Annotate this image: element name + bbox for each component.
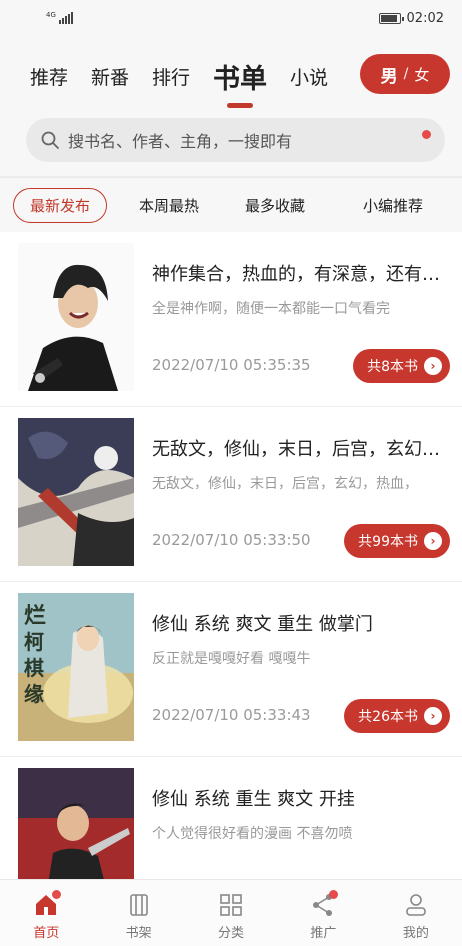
filter-editor-pick[interactable]: 小编推荐	[363, 195, 423, 216]
notification-dot	[422, 130, 431, 139]
list-desc: 个人觉得很好看的漫画 不喜勿喷	[152, 826, 353, 842]
list-desc: 无敌文，修仙，末日，后宫，玄幻，热血，	[152, 476, 418, 492]
list-time: 2022/07/10 05:33:43	[152, 706, 311, 724]
chevron-right-icon: ›	[424, 532, 442, 550]
cover-image	[18, 768, 134, 879]
list-time: 2022/07/10 05:35:35	[152, 356, 311, 374]
nav-profile[interactable]: 我的	[370, 880, 462, 946]
battery-icon	[378, 12, 404, 24]
gender-female[interactable]: 女	[414, 64, 429, 85]
list-title: 修仙 系统 重生 爽文 开挂	[152, 789, 355, 810]
list-item[interactable]: 烂 柯 棋 缘 修仙 系统 爽文 重生 做掌门 反正就是嘎嘎好看 嘎嘎牛 202…	[0, 582, 462, 757]
chevron-right-icon: ›	[424, 357, 442, 375]
svg-text:烂: 烂	[24, 603, 46, 629]
gender-toggle[interactable]: 男 / 女	[360, 54, 450, 94]
book-list: 神作集合，热血的，有深意，还有… 全是神作啊，随便一本都能一口气看完 2022/…	[0, 232, 462, 879]
search-icon	[41, 131, 59, 149]
filter-latest[interactable]: 最新发布	[13, 187, 108, 223]
bookshelf-icon	[129, 894, 148, 916]
book-count-button[interactable]: 共26本书 ›	[344, 699, 450, 733]
nav-promote[interactable]: 推广	[277, 880, 369, 946]
list-item[interactable]: 修仙 系统 重生 爽文 开挂 个人觉得很好看的漫画 不喜勿喷	[0, 757, 462, 879]
badge-dot	[51, 890, 61, 899]
list-title: 无敌文，修仙，末日，后宫，玄幻…	[152, 439, 440, 460]
tab-booklist[interactable]: 书单	[213, 57, 267, 96]
cover-image	[18, 418, 134, 566]
bottom-nav: 首页 书架 分类 推广 我的	[0, 879, 462, 946]
list-desc: 全是神作啊，随便一本都能一口气看完	[152, 301, 390, 317]
list-title: 修仙 系统 爽文 重生 做掌门	[152, 614, 373, 635]
search-input[interactable]: 搜书名、作者、主角，一搜即有	[26, 118, 445, 162]
nav-bookshelf[interactable]: 书架	[92, 880, 184, 946]
badge-dot	[328, 890, 338, 899]
svg-text:棋: 棋	[24, 656, 44, 680]
status-bar: 4G 02:02	[0, 0, 462, 36]
filter-weekly-hot[interactable]: 本周最热	[139, 195, 199, 216]
gender-male[interactable]: 男	[381, 62, 398, 87]
user-icon	[406, 894, 426, 916]
book-count-button[interactable]: 共99本书 ›	[344, 524, 450, 558]
tab-new[interactable]: 新番	[91, 63, 129, 90]
svg-text:柯: 柯	[24, 630, 44, 654]
svg-text:缘: 缘	[24, 682, 44, 706]
signal-icon: 4G	[46, 12, 73, 24]
search-placeholder: 搜书名、作者、主角，一搜即有	[68, 132, 293, 151]
list-desc: 反正就是嘎嘎好看 嘎嘎牛	[152, 651, 311, 667]
cover-image	[18, 243, 134, 391]
filter-bar: 最新发布 本周最热 最多收藏 小编推荐	[0, 176, 462, 232]
top-tabs: 推荐 新番 排行 书单 小说 男 / 女	[0, 54, 462, 98]
tab-ranking[interactable]: 排行	[152, 63, 190, 90]
tab-recommend[interactable]: 推荐	[30, 63, 68, 90]
list-title: 神作集合，热血的，有深意，还有…	[152, 264, 440, 285]
nav-category[interactable]: 分类	[185, 880, 277, 946]
category-icon	[220, 894, 242, 916]
clock: 02:02	[406, 10, 444, 26]
list-time: 2022/07/10 05:33:50	[152, 531, 311, 549]
book-count-button[interactable]: 共8本书 ›	[353, 349, 450, 383]
list-item[interactable]: 神作集合，热血的，有深意，还有… 全是神作啊，随便一本都能一口气看完 2022/…	[0, 232, 462, 407]
tab-novel[interactable]: 小说	[290, 63, 328, 90]
nav-home[interactable]: 首页	[0, 880, 92, 946]
filter-most-favorited[interactable]: 最多收藏	[245, 195, 305, 216]
list-item[interactable]: 无敌文，修仙，末日，后宫，玄幻… 无敌文，修仙，末日，后宫，玄幻，热血， 202…	[0, 407, 462, 582]
chevron-right-icon: ›	[424, 707, 442, 725]
cover-image: 烂 柯 棋 缘	[18, 593, 134, 741]
